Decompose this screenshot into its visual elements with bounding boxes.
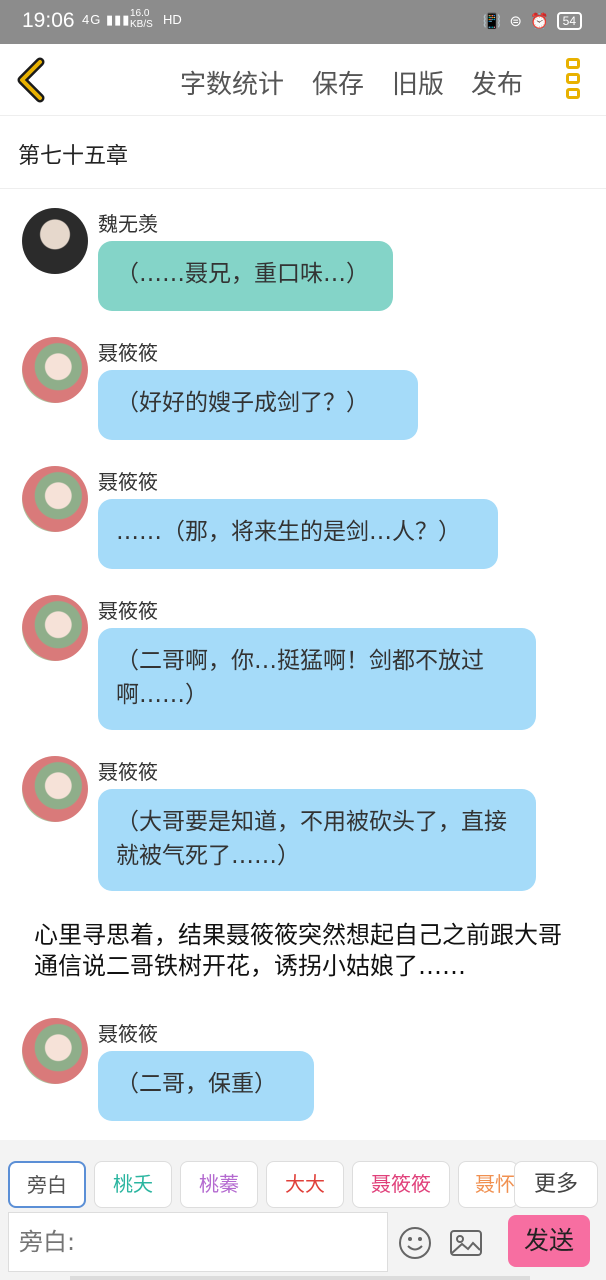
editor-toolbar: 字数统计 保存 旧版 发布 [0,44,606,116]
message-bubble[interactable]: （……聂兄，重口味…） [98,241,393,311]
message-bubble[interactable]: （好好的嫂子成剑了？） [98,370,418,440]
more-roles-button[interactable]: 更多 [514,1161,598,1208]
sender-name: 聂筱筱 [98,341,158,365]
vibrate-icon: 📳 [482,13,502,30]
avatar[interactable] [22,337,88,403]
role-label: 旁白 [27,1173,67,1197]
role-label: 桃蓁 [199,1172,239,1196]
message-bubble[interactable]: （大哥要是知道，不用被砍头了，直接就被气死了……） [98,789,536,891]
sender-name: 魏无羡 [98,212,158,236]
save-button[interactable]: 保存 [312,64,364,101]
avatar[interactable] [22,466,88,532]
more-menu-button[interactable] [562,56,584,104]
emoji-button[interactable] [398,1226,432,1260]
word-count-button[interactable]: 字数统计 [180,64,284,101]
message-input[interactable] [8,1212,388,1272]
message-bubble[interactable]: （二哥啊，你…挺猛啊！剑都不放过啊……） [98,628,536,730]
role-label: 大大 [285,1172,325,1196]
role-label: 聂怀 [475,1172,515,1196]
send-button[interactable]: 发送 [508,1215,590,1267]
publish-button[interactable]: 发布 [471,64,523,101]
avatar[interactable] [22,208,88,274]
avatar[interactable] [22,595,88,661]
chevron-left-icon [17,57,45,103]
image-button[interactable] [448,1226,484,1260]
avatar[interactable] [22,1018,88,1084]
role-label: 聂筱筱 [371,1172,431,1196]
dot-icon [566,58,580,69]
sender-name: 聂筱筱 [98,599,158,623]
role-button[interactable]: 桃蓁 [180,1161,258,1208]
emoji-icon [399,1227,431,1259]
message-bubble[interactable]: （二哥，保重） [98,1051,314,1121]
avatar[interactable] [22,756,88,822]
role-button[interactable]: 大大 [266,1161,344,1208]
status-icons: 📳 ⊜ ⏰ 54 [483,12,582,30]
chapter-header: 第七十五章 [0,116,606,189]
dot-icon [566,88,580,99]
image-icon [450,1230,482,1256]
role-button[interactable]: 聂怀 [458,1161,518,1208]
message-bubble[interactable]: ……（那，将来生的是剑…人？） [98,499,498,569]
role-label: 桃夭 [113,1172,153,1196]
sender-name: 聂筱筱 [98,1022,158,1046]
lock-icon: ⊜ [509,13,522,30]
old-version-button[interactable]: 旧版 [392,64,444,101]
narration-text[interactable]: 心里寻思着，结果聂筱筱突然想起自己之前跟大哥通信说二哥铁树开花，诱拐小姑娘了…… [34,920,574,982]
back-button[interactable] [14,56,50,104]
sender-name: 聂筱筱 [98,470,158,494]
sender-name: 聂筱筱 [98,760,158,784]
dot-icon [566,73,580,84]
network-speed: 16.0 KB/S [130,8,153,30]
alarm-icon: ⏰ [529,13,549,30]
status-time: 19:06 [22,9,75,32]
hd-indicator: HD [163,12,182,27]
navigation-bar [70,1276,530,1280]
role-narration[interactable]: 旁白 [8,1161,86,1208]
role-button[interactable]: 聂筱筱 [352,1161,450,1208]
role-button[interactable]: 桃夭 [94,1161,172,1208]
status-bar: 19:06 4G ▮▮▮ 16.0 KB/S HD 📳 ⊜ ⏰ 54 [0,0,606,44]
chapter-title[interactable]: 第七十五章 [18,138,128,170]
battery-icon: 54 [556,12,582,30]
signal-indicator: 4G ▮▮▮ [82,12,131,27]
